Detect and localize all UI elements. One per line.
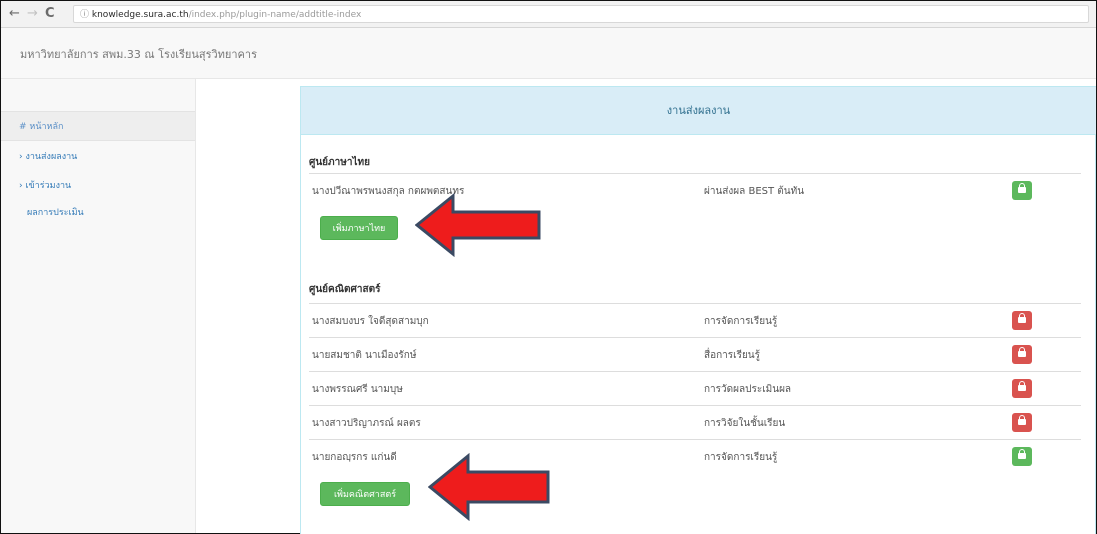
red-arrow-icon [415,193,541,257]
lock-icon [1018,183,1026,193]
browser-toolbar: ← → C ⓘ knowledge.sura.ac.th/index.php/p… [1,1,1096,28]
lock-icon-button[interactable] [1012,379,1032,398]
table-row: นายสมชาติ นาเมืองรักษ์ สื่อการเรียนรู้ [309,337,1081,371]
lock-icon [1018,449,1026,459]
sidebar-item-results[interactable]: ผลการประเมิน [1,201,195,225]
participant-name: นางสาวปริญาภรณ์ ผลตร [312,418,421,429]
lock-icon [1018,381,1026,391]
submission-type: ผ่านส่งผล BEST ต้นทัน [704,186,805,197]
lock-icon-button[interactable] [1012,447,1032,466]
add-math-button[interactable]: เพิ่มคณิตศาสตร์ [320,482,410,506]
participant-name: นางพรรณศรี นามบุษ [312,384,403,395]
participant-name: นางสมบงบร ใจดีสุดสามบุก [312,316,429,327]
participant-name: นายสมชาติ นาเมืองรักษ์ [312,350,417,361]
submission-type: การจัดการเรียนรู้ [704,452,778,463]
site-title[interactable]: มหาวิทยาลัยการ สพม.33 ณ โรงเรียนสุรวิทยา… [20,45,257,63]
submissions-panel: งานส่งผลงาน ศูนย์ภาษาไทย นางปวีณาพรพนงสก… [300,86,1096,534]
lock-icon [1018,415,1026,425]
table-row: นายกอญฺรกร แก่นดี การจัดการเรียนรู้ [309,439,1081,473]
sidebar-item-submissions[interactable]: › งานส่งผลงาน [1,145,195,169]
submission-type: การจัดการเรียนรู้ [704,316,778,327]
submission-type: การวิจัยในชั้นเรียน [704,418,786,429]
panel-heading: งานส่งผลงาน [301,87,1096,135]
site-header: มหาวิทยาลัยการ สพม.33 ณ โรงเรียนสุรวิทยา… [1,28,1096,79]
submission-type: สื่อการเรียนรู้ [704,350,761,361]
reload-icon[interactable]: C [45,5,55,23]
url-path: /index.php/plugin-name/addtitle-index [188,10,362,20]
participant-name: นายกอญฺรกร แก่นดี [312,452,397,463]
lock-icon-button[interactable] [1012,413,1032,432]
table-row: นางสมบงบร ใจดีสุดสามบุก การจัดการเรียนรู… [309,303,1081,337]
url-host: knowledge.sura.ac.th [91,10,189,20]
lock-icon [1018,347,1026,357]
add-thai-button[interactable]: เพิ่มภาษาไทย [320,216,398,240]
info-icon: ⓘ [80,10,90,20]
table-row: นางพรรณศรี นามบุษ การวัดผลประเมินผล [309,371,1081,405]
sidebar-item-join[interactable]: › เข้าร่วมงาน [1,174,195,198]
address-bar[interactable]: ⓘ knowledge.sura.ac.th/index.php/plugin-… [73,5,1089,23]
table-row: นางสาวปริญาภรณ์ ผลตร การวิจัยในชั้นเรียน [309,405,1081,439]
lock-icon-button[interactable] [1012,345,1032,364]
section-title-math: ศูนย์คณิตศาสตร์ [309,284,381,295]
back-icon[interactable]: ← [9,5,20,23]
lock-icon-button[interactable] [1012,181,1032,200]
sidebar: # หน้าหลัก › งานส่งผลงาน › เข้าร่วมงาน ผ… [1,79,196,533]
lock-icon [1018,313,1026,323]
lock-icon-button[interactable] [1012,311,1032,330]
red-arrow-icon [428,453,550,521]
sidebar-item-home[interactable]: # หน้าหลัก [1,111,195,141]
forward-icon[interactable]: → [27,5,38,23]
submission-type: การวัดผลประเมินผล [704,384,792,395]
section-title-thai: ศูนย์ภาษาไทย [309,157,370,168]
